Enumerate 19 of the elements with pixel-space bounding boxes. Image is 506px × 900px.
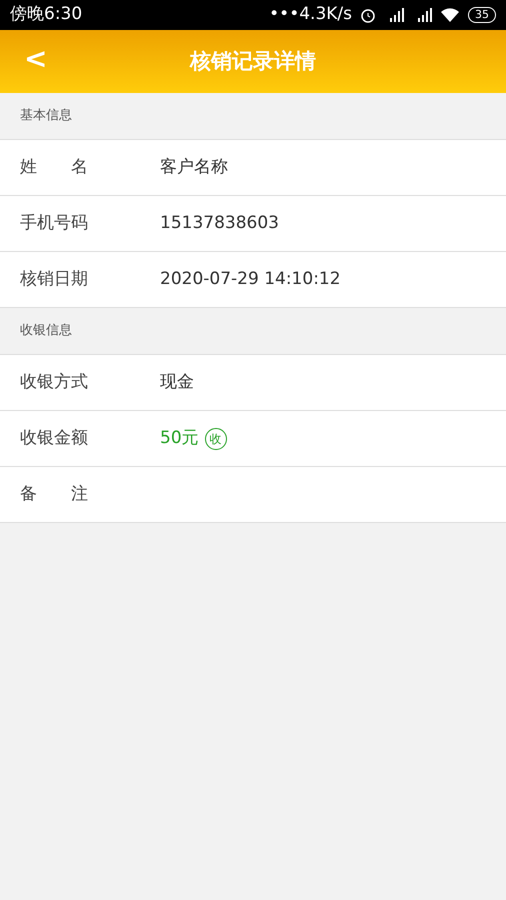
- field-value: 15137838603: [160, 212, 279, 235]
- amount-value: 50元: [160, 426, 199, 450]
- field-value: 2020-07-29 14:10:12: [160, 268, 341, 291]
- network-speed: •••4.3K/s: [269, 3, 352, 26]
- field-label: 姓 名: [19, 156, 89, 179]
- page-title: 核销记录详情: [190, 48, 316, 75]
- status-time: 傍晚6:30: [10, 3, 82, 26]
- field-label: 备 注: [19, 482, 89, 506]
- field-value: 客户名称: [160, 156, 228, 179]
- wifi-icon: [440, 7, 460, 23]
- field-label: 手机号码: [19, 212, 89, 235]
- received-stamp-icon: 收: [204, 428, 227, 450]
- battery-icon: 35: [468, 7, 496, 23]
- back-button[interactable]: <: [18, 44, 54, 74]
- field-label: 收银方式: [19, 370, 89, 394]
- field-label: 收银金额: [19, 426, 89, 450]
- field-label: 核销日期: [19, 268, 89, 291]
- field-value: 现金: [160, 370, 194, 394]
- alarm-icon: [360, 7, 376, 23]
